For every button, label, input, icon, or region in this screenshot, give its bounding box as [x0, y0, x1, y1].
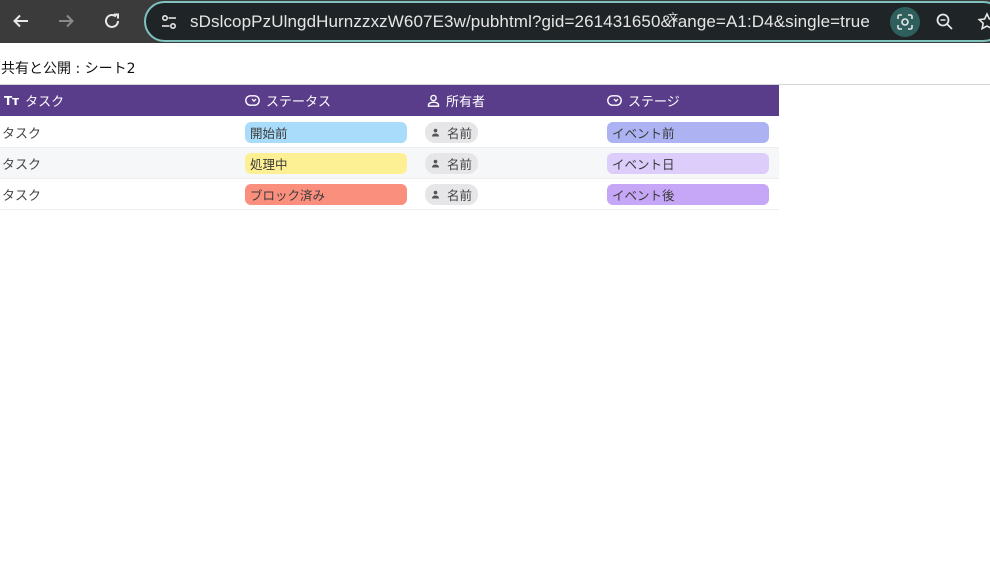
header-status-label: ステータス	[266, 95, 332, 110]
arrow-right-icon	[59, 14, 74, 28]
arrow-left-icon	[13, 14, 28, 28]
stage-chip[interactable]: イベント日	[607, 153, 769, 174]
google-lens-button[interactable]	[890, 7, 920, 37]
dropdown-chip-icon	[607, 95, 622, 106]
owner-name: 名前	[447, 157, 473, 172]
status-chip[interactable]: 開始前	[245, 122, 407, 143]
header-owner: 所有者	[427, 85, 485, 116]
status-chip[interactable]: 処理中	[245, 153, 407, 174]
task-cell[interactable]: タスク	[2, 117, 41, 148]
owner-chip[interactable]: 名前	[425, 122, 479, 143]
status-chip[interactable]: ブロック済み	[245, 184, 407, 205]
header-stage-label: ステージ	[628, 95, 680, 110]
data-table: Tт タスク ステータス 所有者 ステージ タスク 開始前 名前 イベント前 タ…	[0, 85, 779, 210]
back-button[interactable]	[6, 6, 36, 36]
person-icon	[431, 128, 440, 137]
browser-toolbar: sDslcopPzUlngdHurnzzxzW607E3w/pubhtml?gi…	[0, 0, 990, 43]
header-status: ステータス	[245, 85, 331, 116]
zoom-icon	[936, 13, 953, 30]
dropdown-chip-icon	[245, 95, 260, 106]
forward-button[interactable]	[51, 6, 81, 36]
address-bar[interactable]: sDslcopPzUlngdHurnzzxzW607E3w/pubhtml?gi…	[144, 1, 990, 42]
sheet-title: 共有と公開 : シート2	[1, 61, 136, 77]
reload-icon	[105, 13, 119, 28]
header-owner-label: 所有者	[446, 95, 486, 110]
task-cell[interactable]: タスク	[2, 148, 41, 179]
table-row: タスク 開始前 名前 イベント前	[0, 117, 779, 148]
stage-chip[interactable]: イベント前	[607, 122, 769, 143]
translate-icon[interactable]: 文	[668, 9, 678, 24]
owner-name: 名前	[447, 188, 473, 203]
bookmark-button[interactable]	[974, 9, 990, 35]
person-icon	[431, 159, 440, 168]
task-cell[interactable]: タスク	[2, 179, 41, 210]
site-settings-icon[interactable]	[160, 13, 178, 35]
stage-chip[interactable]: イベント後	[607, 184, 769, 205]
lens-icon	[897, 14, 913, 30]
person-icon	[427, 94, 440, 107]
text-type-icon: Tт	[4, 93, 20, 108]
owner-chip[interactable]: 名前	[425, 153, 479, 174]
reload-button[interactable]	[97, 6, 127, 36]
header-task-label: タスク	[25, 95, 65, 110]
zoom-button[interactable]	[932, 9, 958, 35]
star-icon	[977, 12, 990, 31]
table-row: タスク 処理中 名前 イベント日	[0, 148, 779, 179]
header-task: Tт タスク	[4, 85, 64, 116]
owner-name: 名前	[447, 126, 473, 141]
person-icon	[431, 190, 440, 199]
table-row: タスク ブロック済み 名前 イベント後	[0, 179, 779, 210]
url-text[interactable]: sDslcopPzUlngdHurnzzxzW607E3w/pubhtml?gi…	[190, 12, 870, 32]
header-stage: ステージ	[607, 85, 680, 116]
owner-chip[interactable]: 名前	[425, 184, 479, 205]
table-header: Tт タスク ステータス 所有者 ステージ	[0, 85, 779, 116]
